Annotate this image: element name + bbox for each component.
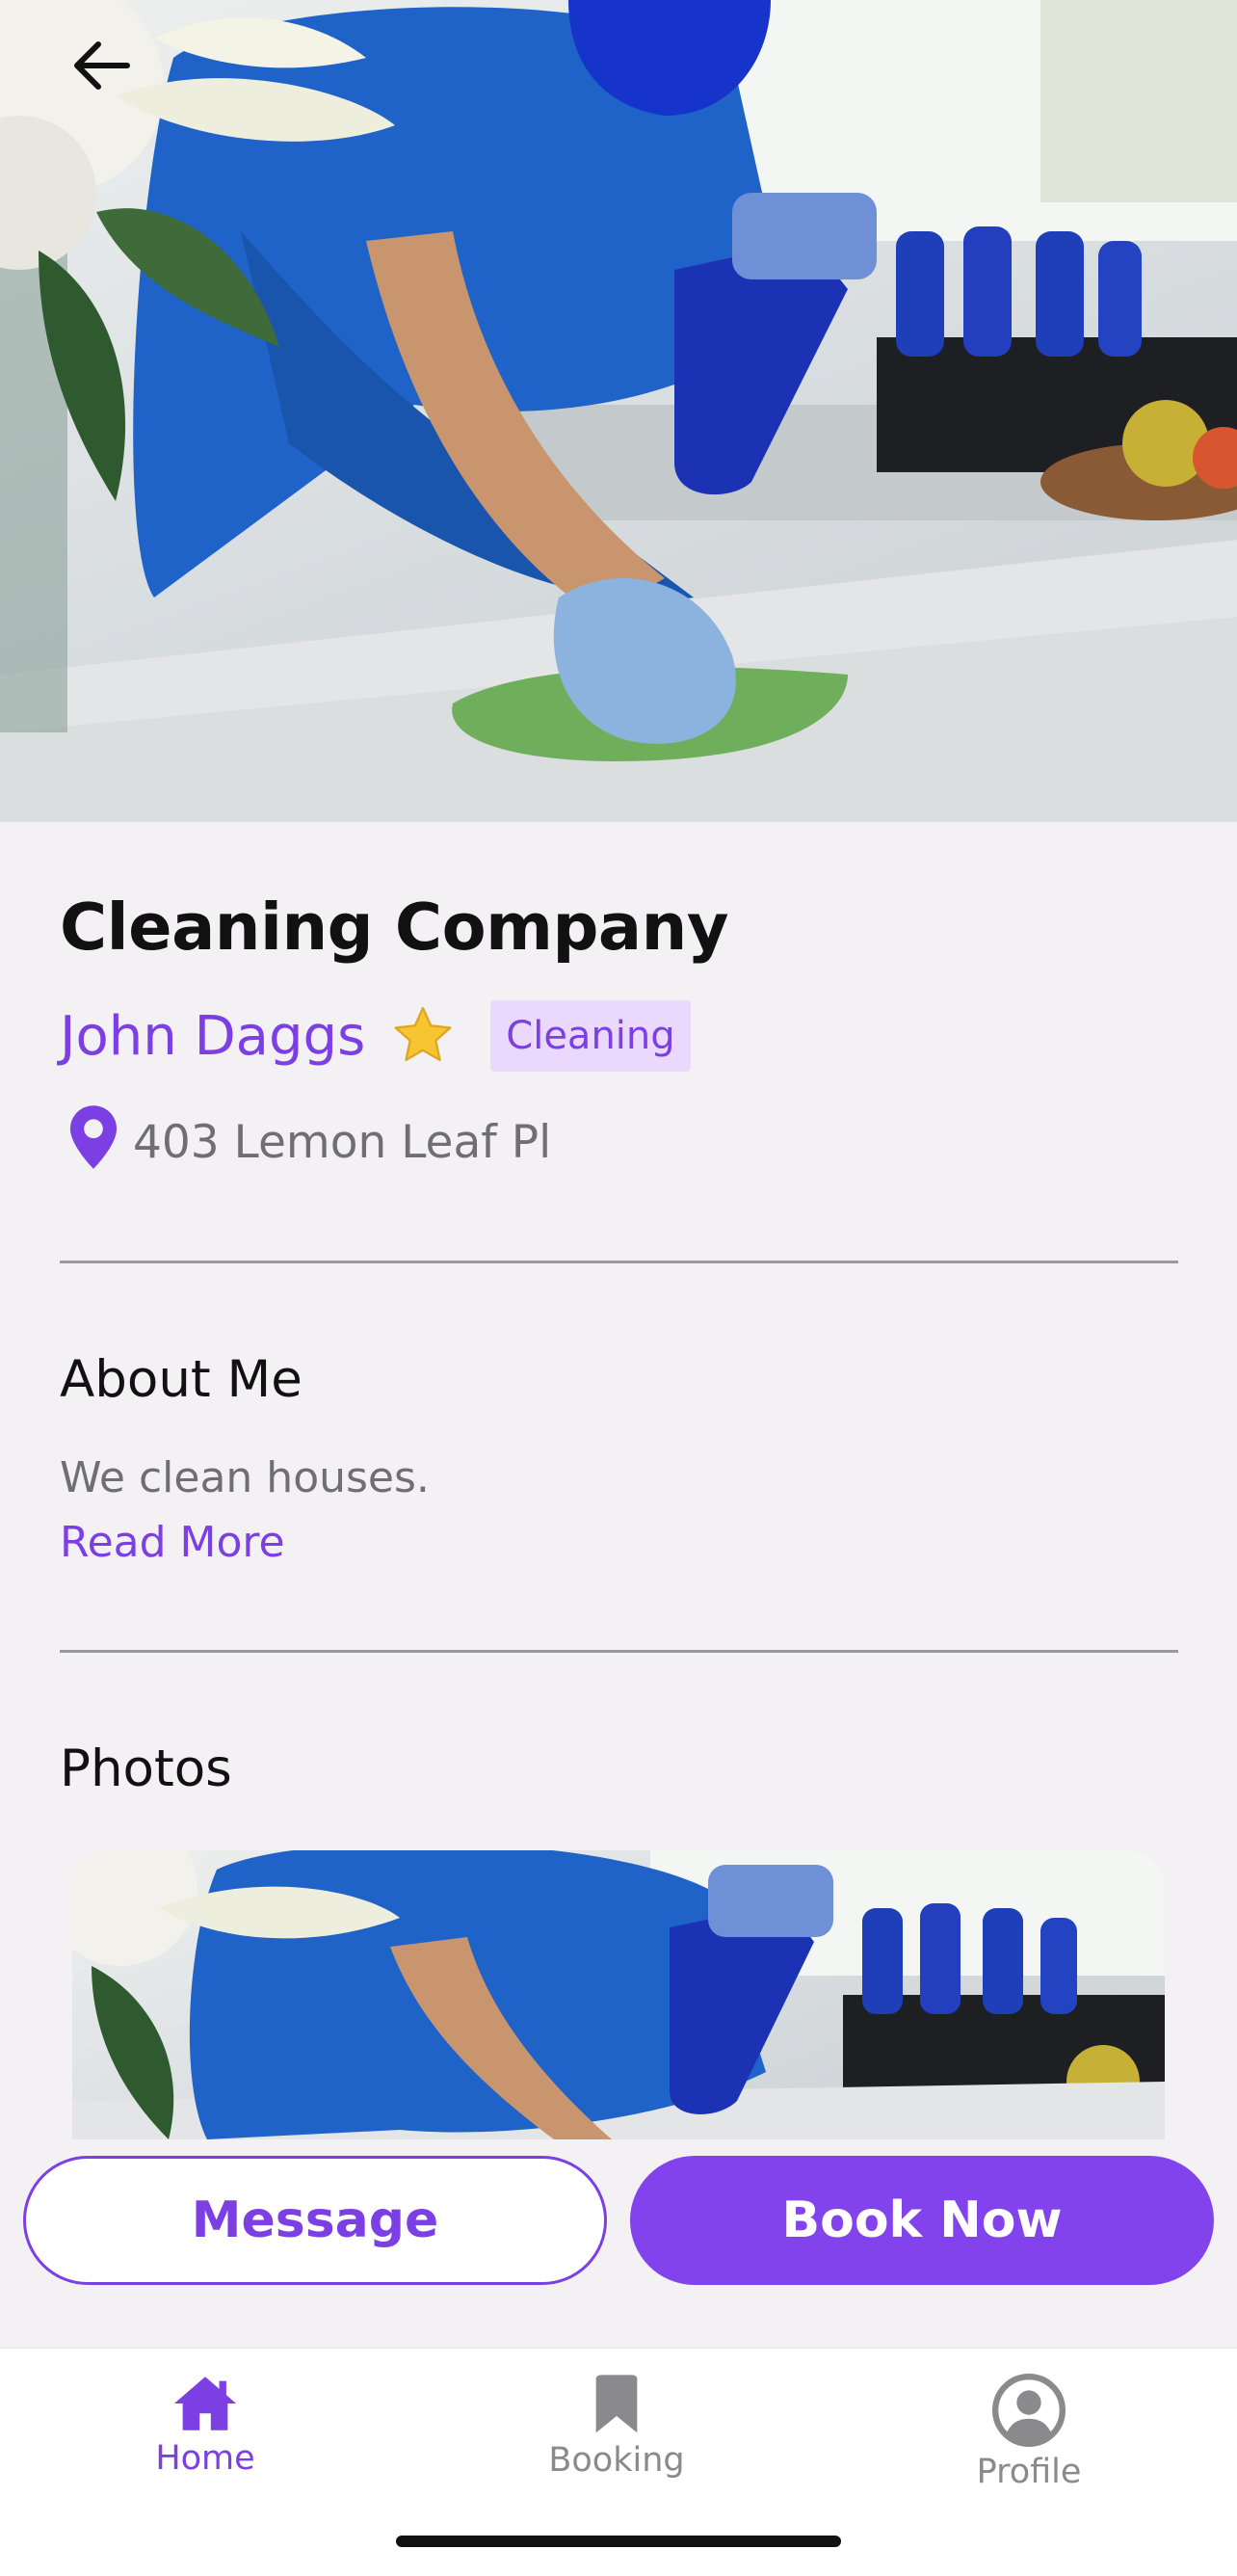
book-now-button[interactable]: Book Now <box>630 2156 1214 2285</box>
divider <box>60 1261 1178 1263</box>
tab-label: Home <box>155 2439 255 2478</box>
tab-booking[interactable]: Booking <box>511 2374 723 2480</box>
bookmark-icon <box>595 2375 638 2433</box>
tab-profile[interactable]: Profile <box>923 2374 1135 2491</box>
address-text: 403 Lemon Leaf Pl <box>133 1115 552 1169</box>
home-icon <box>173 2377 237 2430</box>
photos-heading: Photos <box>60 1739 232 1798</box>
cleaning-scene-image <box>0 0 1237 822</box>
page-title: Cleaning Company <box>60 890 729 965</box>
about-heading: About Me <box>60 1350 303 1409</box>
star-icon <box>394 1006 452 1062</box>
hero-photo <box>0 0 1237 822</box>
back-button[interactable] <box>58 27 145 104</box>
photo-thumbnail[interactable] <box>72 1850 1165 2139</box>
tab-label: Profile <box>976 2453 1082 2491</box>
cleaning-scene-image <box>72 1850 1165 2139</box>
read-more-link[interactable]: Read More <box>60 1518 285 1567</box>
location-pin-icon <box>69 1105 118 1169</box>
about-text: We clean houses. <box>60 1453 430 1502</box>
profile-icon <box>992 2374 1066 2447</box>
message-button[interactable]: Message <box>23 2156 607 2285</box>
owner-row: John Daggs Cleaning <box>60 996 691 1076</box>
home-indicator <box>396 2536 841 2547</box>
category-badge: Cleaning <box>490 1000 691 1072</box>
address-row: 403 Lemon Leaf Pl <box>67 1103 551 1171</box>
owner-name[interactable]: John Daggs <box>60 1005 365 1068</box>
divider <box>60 1650 1178 1653</box>
tab-label: Booking <box>548 2441 685 2480</box>
arrow-left-icon <box>74 41 130 90</box>
tab-home[interactable]: Home <box>99 2374 311 2478</box>
